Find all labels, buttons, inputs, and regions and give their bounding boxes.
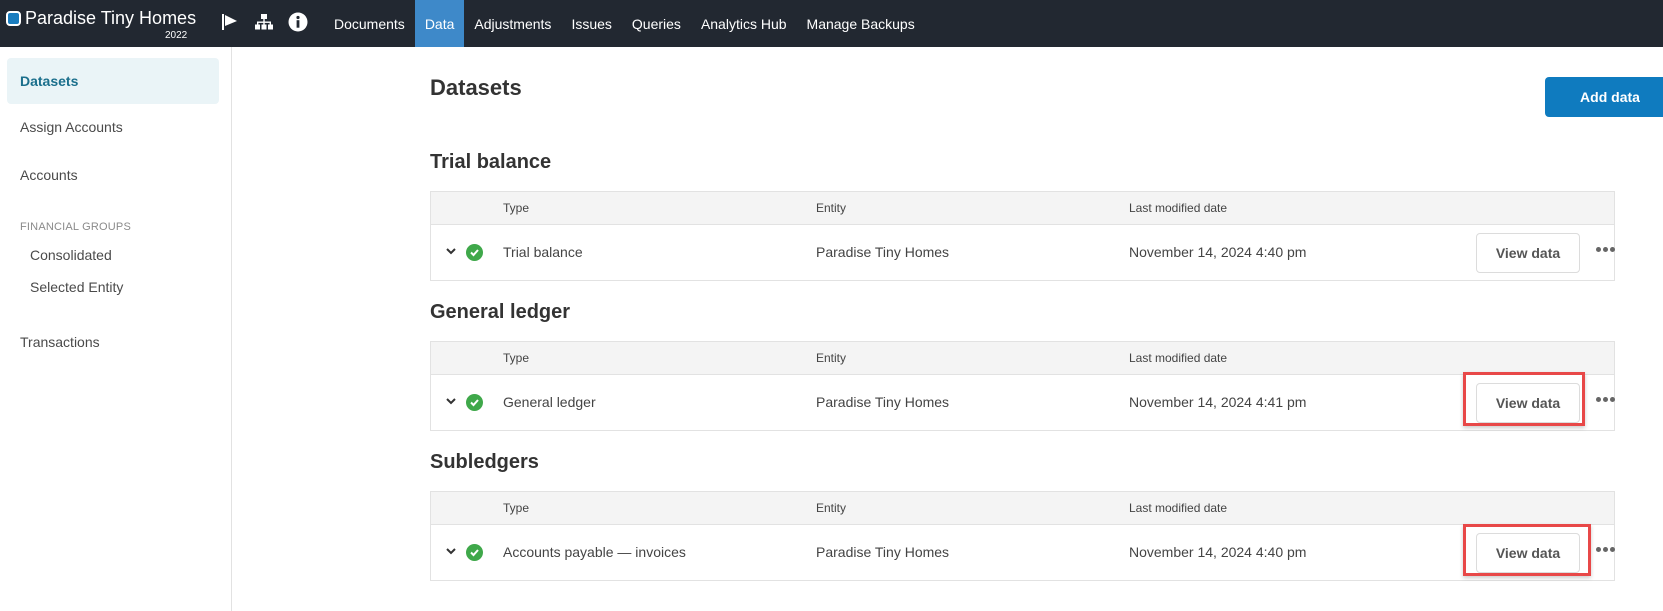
row-entity: Paradise Tiny Homes: [816, 544, 950, 560]
column-header-type: Type: [503, 501, 530, 515]
row-type: Accounts payable — invoices: [503, 544, 686, 560]
sidebar-group-label: FINANCIAL GROUPS: [20, 221, 131, 233]
nav-data[interactable]: Data: [414, 0, 465, 47]
view-data-button[interactable]: View data: [1476, 233, 1580, 273]
table-row: General ledger Paradise Tiny Homes Novem…: [431, 372, 1615, 430]
nav-adjustments[interactable]: Adjustments: [464, 0, 561, 47]
add-data-button[interactable]: Add data: [1545, 77, 1663, 117]
row-entity: Paradise Tiny Homes: [816, 394, 950, 410]
table-header: Type Entity Last modified date: [431, 342, 1614, 375]
check-circle-icon: [466, 394, 483, 411]
column-header-type: Type: [503, 351, 530, 365]
sidebar-item-transactions[interactable]: Transactions: [7, 319, 219, 365]
section-title-trial-balance: Trial balance: [430, 151, 552, 173]
row-entity: Paradise Tiny Homes: [816, 244, 950, 260]
table-header: Type Entity Last modified date: [431, 492, 1614, 525]
view-data-button[interactable]: View data: [1476, 533, 1580, 573]
column-header-date: Last modified date: [1129, 501, 1228, 515]
nav-documents[interactable]: Documents: [324, 0, 415, 47]
column-header-entity: Entity: [816, 501, 847, 515]
hierarchy-icon[interactable]: [254, 12, 274, 32]
chevron-down-icon[interactable]: [445, 245, 457, 257]
column-header-entity: Entity: [816, 351, 847, 365]
dataset-table-trial-balance: Type Entity Last modified date Trial bal…: [430, 191, 1615, 281]
sidebar: Datasets Assign Accounts Accounts FINANC…: [0, 47, 232, 611]
view-data-button[interactable]: View data: [1476, 383, 1580, 423]
dataset-table-general-ledger: Type Entity Last modified date General l…: [430, 341, 1615, 431]
column-header-entity: Entity: [816, 201, 847, 215]
top-navigation-bar: Paradise Tiny Homes 2022 Documents Data …: [0, 0, 1663, 47]
flag-icon[interactable]: [220, 12, 240, 32]
row-type: General ledger: [503, 394, 596, 410]
table-row: Accounts payable — invoices Paradise Tin…: [431, 524, 1615, 580]
column-header-date: Last modified date: [1129, 351, 1228, 365]
section-title-general-ledger: General ledger: [430, 301, 571, 323]
section-title-subledgers: Subledgers: [430, 451, 539, 473]
row-date: November 14, 2024 4:41 pm: [1129, 394, 1307, 410]
dataset-table-subledgers: Type Entity Last modified date Accounts …: [430, 491, 1615, 581]
nav-issues[interactable]: Issues: [561, 0, 621, 47]
row-type: Trial balance: [503, 244, 583, 260]
column-header-date: Last modified date: [1129, 201, 1228, 215]
table-row: Trial balance Paradise Tiny Homes Novemb…: [431, 225, 1615, 280]
app-title: Paradise Tiny Homes: [25, 8, 197, 28]
chevron-down-icon[interactable]: [445, 395, 457, 407]
more-options-icon[interactable]: [1596, 247, 1615, 252]
check-circle-icon: [466, 244, 483, 261]
table-header: Type Entity Last modified date: [431, 192, 1614, 225]
nav-queries[interactable]: Queries: [622, 0, 691, 47]
chevron-down-icon[interactable]: [445, 545, 457, 557]
sidebar-item-accounts[interactable]: Accounts: [7, 152, 219, 198]
sidebar-item-datasets[interactable]: Datasets: [7, 58, 219, 104]
sidebar-item-selected-entity[interactable]: Selected Entity: [30, 279, 123, 295]
nav-manage-backups[interactable]: Manage Backups: [797, 0, 925, 47]
page-title: Datasets: [430, 75, 522, 100]
sidebar-item-consolidated[interactable]: Consolidated: [30, 247, 112, 263]
more-options-icon[interactable]: [1596, 397, 1615, 402]
row-date: November 14, 2024 4:40 pm: [1129, 544, 1307, 560]
app-year: 2022: [165, 30, 188, 41]
sidebar-item-assign-accounts[interactable]: Assign Accounts: [7, 104, 219, 150]
logo-icon: [6, 11, 21, 26]
more-options-icon[interactable]: [1596, 547, 1615, 552]
info-icon[interactable]: [288, 12, 308, 32]
nav-analytics-hub[interactable]: Analytics Hub: [691, 0, 797, 47]
row-date: November 14, 2024 4:40 pm: [1129, 244, 1307, 260]
column-header-type: Type: [503, 201, 530, 215]
check-circle-icon: [466, 544, 483, 561]
main-nav: Documents Data Adjustments Issues Querie…: [324, 0, 925, 47]
